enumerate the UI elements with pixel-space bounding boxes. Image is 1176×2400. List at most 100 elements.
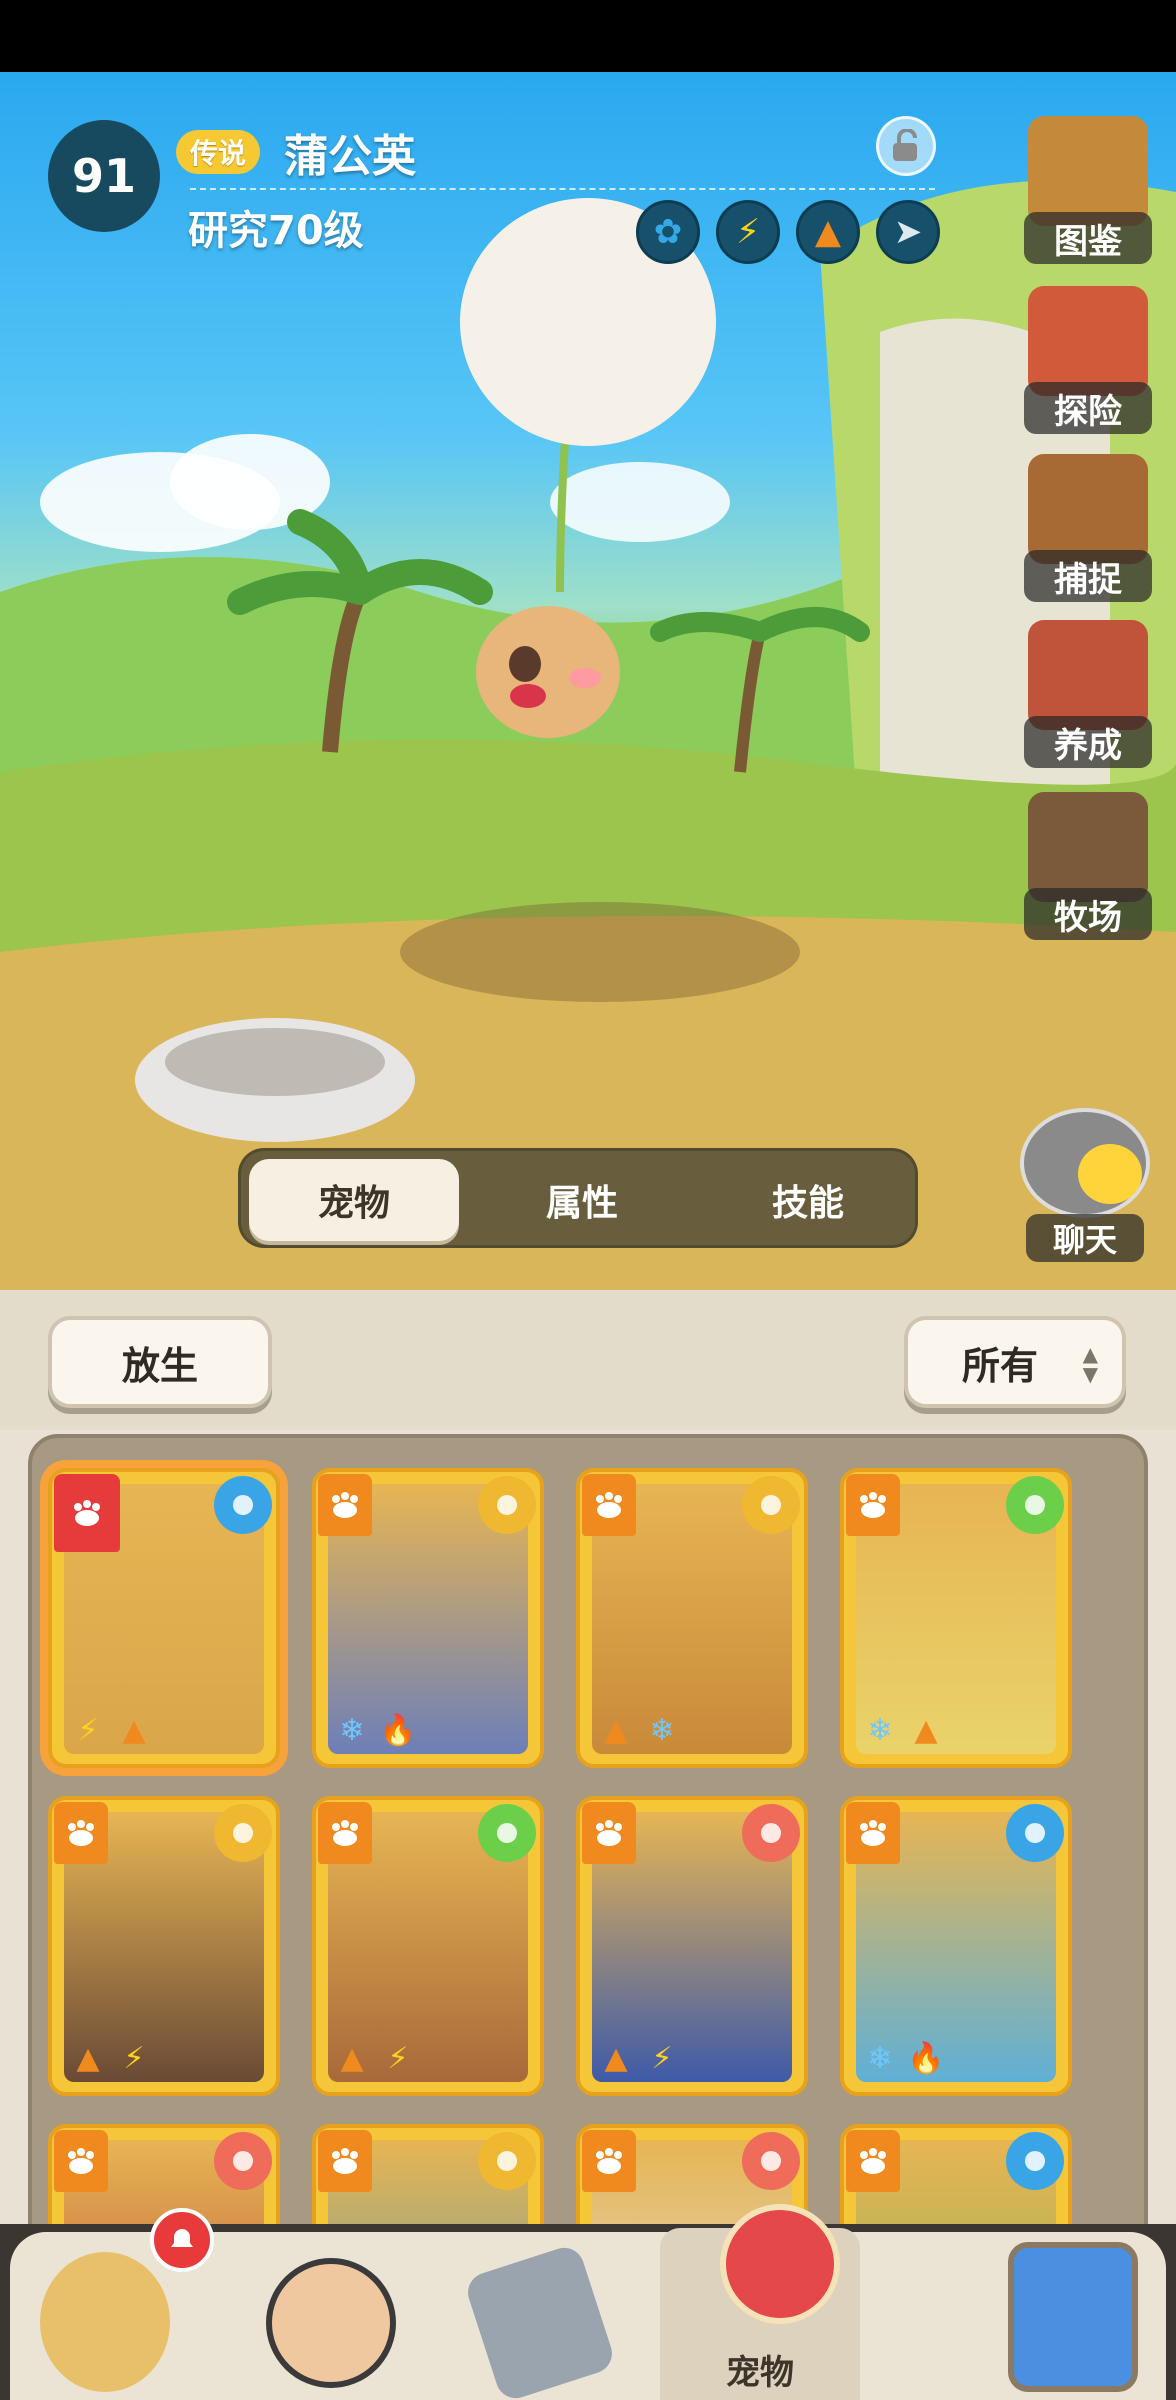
metal-element-icon — [742, 1476, 800, 1534]
wind-element-icon — [1006, 1804, 1064, 1862]
pet-types: ❄ 🔥 — [332, 1708, 418, 1752]
pet-card[interactable]: ⚡ ▲ — [48, 1468, 280, 1768]
nav-pet-label: 宠物 — [726, 2353, 794, 2393]
hat-icon — [846, 1802, 900, 1864]
side-menu-label: 牧场 — [1024, 888, 1152, 940]
pet-types: ❄ ▲ — [860, 1708, 946, 1752]
rarity-badge: 传说 — [176, 130, 261, 174]
side-menu-ranch[interactable]: 牧场 — [1018, 792, 1158, 942]
heal-element-icon — [1006, 1476, 1064, 1534]
training-icon — [1028, 620, 1148, 730]
type-wind-icon[interactable]: ✿ — [636, 200, 700, 264]
ranch-icon — [1028, 792, 1148, 902]
pet-types: ▲ ⚡ — [332, 2036, 418, 2080]
pet-tabs: 宠物 属性 技能 — [238, 1148, 918, 1248]
unlock-icon — [893, 129, 917, 161]
tab-attributes[interactable]: 属性 — [477, 1159, 687, 1241]
tab-skills[interactable]: 技能 — [703, 1159, 913, 1241]
hat-icon — [318, 1802, 372, 1864]
pet-card[interactable]: ❄ 🔥 — [840, 1796, 1072, 2096]
caveman-icon — [40, 2252, 170, 2392]
nav-portal[interactable] — [990, 2228, 1150, 2400]
pet-types: ▲ ⚡ — [68, 2036, 154, 2080]
type-mini-icon: ⚡ — [77, 1712, 99, 1748]
type-wing-icon[interactable]: ➤ — [876, 200, 940, 264]
notification-bell-icon — [150, 2208, 214, 2272]
metal-element-icon — [214, 1804, 272, 1862]
pet-icon — [720, 2204, 840, 2324]
beast-element-icon — [742, 1804, 800, 1862]
type-mini-icon: ⚡ — [651, 2040, 673, 2076]
cage-icon — [1028, 454, 1148, 564]
book-icon — [1028, 116, 1148, 226]
pet-card[interactable]: ▲ ❄ — [576, 1468, 808, 1768]
hat-icon — [54, 2130, 108, 2192]
pet-scene: 91 传说 蒲公英 研究70级 ✿ ⚡ ▲ ➤ 图鉴 探险 捕捉 养成 牧场 宠… — [0, 72, 1176, 1290]
hat-icon — [582, 1802, 636, 1864]
side-menu-label: 养成 — [1024, 716, 1152, 768]
tab-pet[interactable]: 宠物 — [249, 1159, 459, 1241]
pet-types: ⚡ ▲ — [68, 1708, 154, 1752]
header-divider — [190, 188, 935, 190]
side-menu-label: 探险 — [1024, 382, 1152, 434]
side-menu-adventure[interactable]: 探险 — [1018, 286, 1158, 436]
type-mini-icon: ⚡ — [123, 2040, 145, 2076]
type-mini-icon: ▲ — [340, 2040, 364, 2076]
sort-arrows-icon: ▲ ▼ — [1082, 1342, 1098, 1386]
type-mini-icon: ▲ — [604, 2040, 628, 2076]
portal-icon — [1008, 2242, 1138, 2392]
type-mini-icon: ❄ — [867, 2040, 893, 2076]
weapon-icon — [462, 2242, 618, 2400]
wind-element-icon — [214, 1476, 272, 1534]
type-mini-icon: ❄ — [339, 1712, 365, 1748]
hat-icon — [54, 1802, 108, 1864]
hat-icon — [318, 2130, 372, 2192]
hat-icon — [846, 2130, 900, 2192]
type-mini-icon: 🔥 — [379, 1712, 417, 1748]
pet-card[interactable]: ▲ ⚡ — [312, 1796, 544, 2096]
type-earth-icon[interactable]: ▲ — [796, 200, 860, 264]
status-bar — [0, 0, 1176, 72]
hat-icon — [582, 2130, 636, 2192]
paw-icon — [54, 1474, 120, 1552]
pet-card[interactable]: ▲ ⚡ — [48, 1796, 280, 2096]
filter-dropdown[interactable]: 所有 ▲ ▼ — [904, 1316, 1126, 1408]
metal-element-icon — [478, 2132, 536, 2190]
hat-icon — [318, 1474, 372, 1536]
side-menu-book[interactable]: 图鉴 — [1018, 116, 1158, 266]
type-mini-icon: 🔥 — [907, 2040, 945, 2076]
pet-card[interactable]: ❄ 🔥 — [312, 1468, 544, 1768]
nav-weapon[interactable] — [460, 2228, 620, 2400]
pet-types: ▲ ❄ — [596, 1708, 682, 1752]
pet-card[interactable]: ❄ ▲ — [840, 1468, 1072, 1768]
hat-icon — [582, 1474, 636, 1536]
type-lightning-icon[interactable]: ⚡ — [716, 200, 780, 264]
release-button[interactable]: 放生 — [48, 1316, 272, 1408]
type-mini-icon: ⚡ — [387, 2040, 409, 2076]
nav-hero[interactable] — [252, 2228, 412, 2400]
side-menu-training[interactable]: 养成 — [1018, 620, 1158, 770]
filter-label: 所有 — [962, 1343, 1039, 1388]
pet-card[interactable]: ▲ ⚡ — [576, 1796, 808, 2096]
beast-element-icon — [214, 2132, 272, 2190]
type-mini-icon: ❄ — [867, 1712, 893, 1748]
beast-element-icon — [742, 2132, 800, 2190]
type-mini-icon: ▲ — [604, 1712, 628, 1748]
type-mini-icon: ▲ — [76, 2040, 100, 2076]
side-menu-capture[interactable]: 捕捉 — [1018, 454, 1158, 604]
hat-icon — [846, 1474, 900, 1536]
chat-icon — [1020, 1108, 1150, 1218]
adventure-icon — [1028, 286, 1148, 396]
scene-background — [0, 180, 1176, 1290]
pet-types: ▲ ⚡ — [596, 2036, 682, 2080]
pet-grid: ⚡ ▲ ❄ 🔥 ▲ ❄ ❄ ▲ ▲ ⚡ ▲ ⚡ ▲ ⚡ ❄ 🔥 — [28, 1434, 1148, 2254]
lock-button[interactable] — [876, 116, 936, 176]
hero-icon — [266, 2258, 396, 2388]
side-menu-label: 图鉴 — [1024, 212, 1152, 264]
chat-label: 聊天 — [1026, 1214, 1144, 1262]
nav-pet[interactable]: 宠物 — [660, 2204, 860, 2400]
chat-button[interactable]: 聊天 — [1020, 1108, 1150, 1262]
heal-element-icon — [478, 1804, 536, 1862]
type-mini-icon: ▲ — [122, 1712, 146, 1748]
side-menu-label: 捕捉 — [1024, 550, 1152, 602]
